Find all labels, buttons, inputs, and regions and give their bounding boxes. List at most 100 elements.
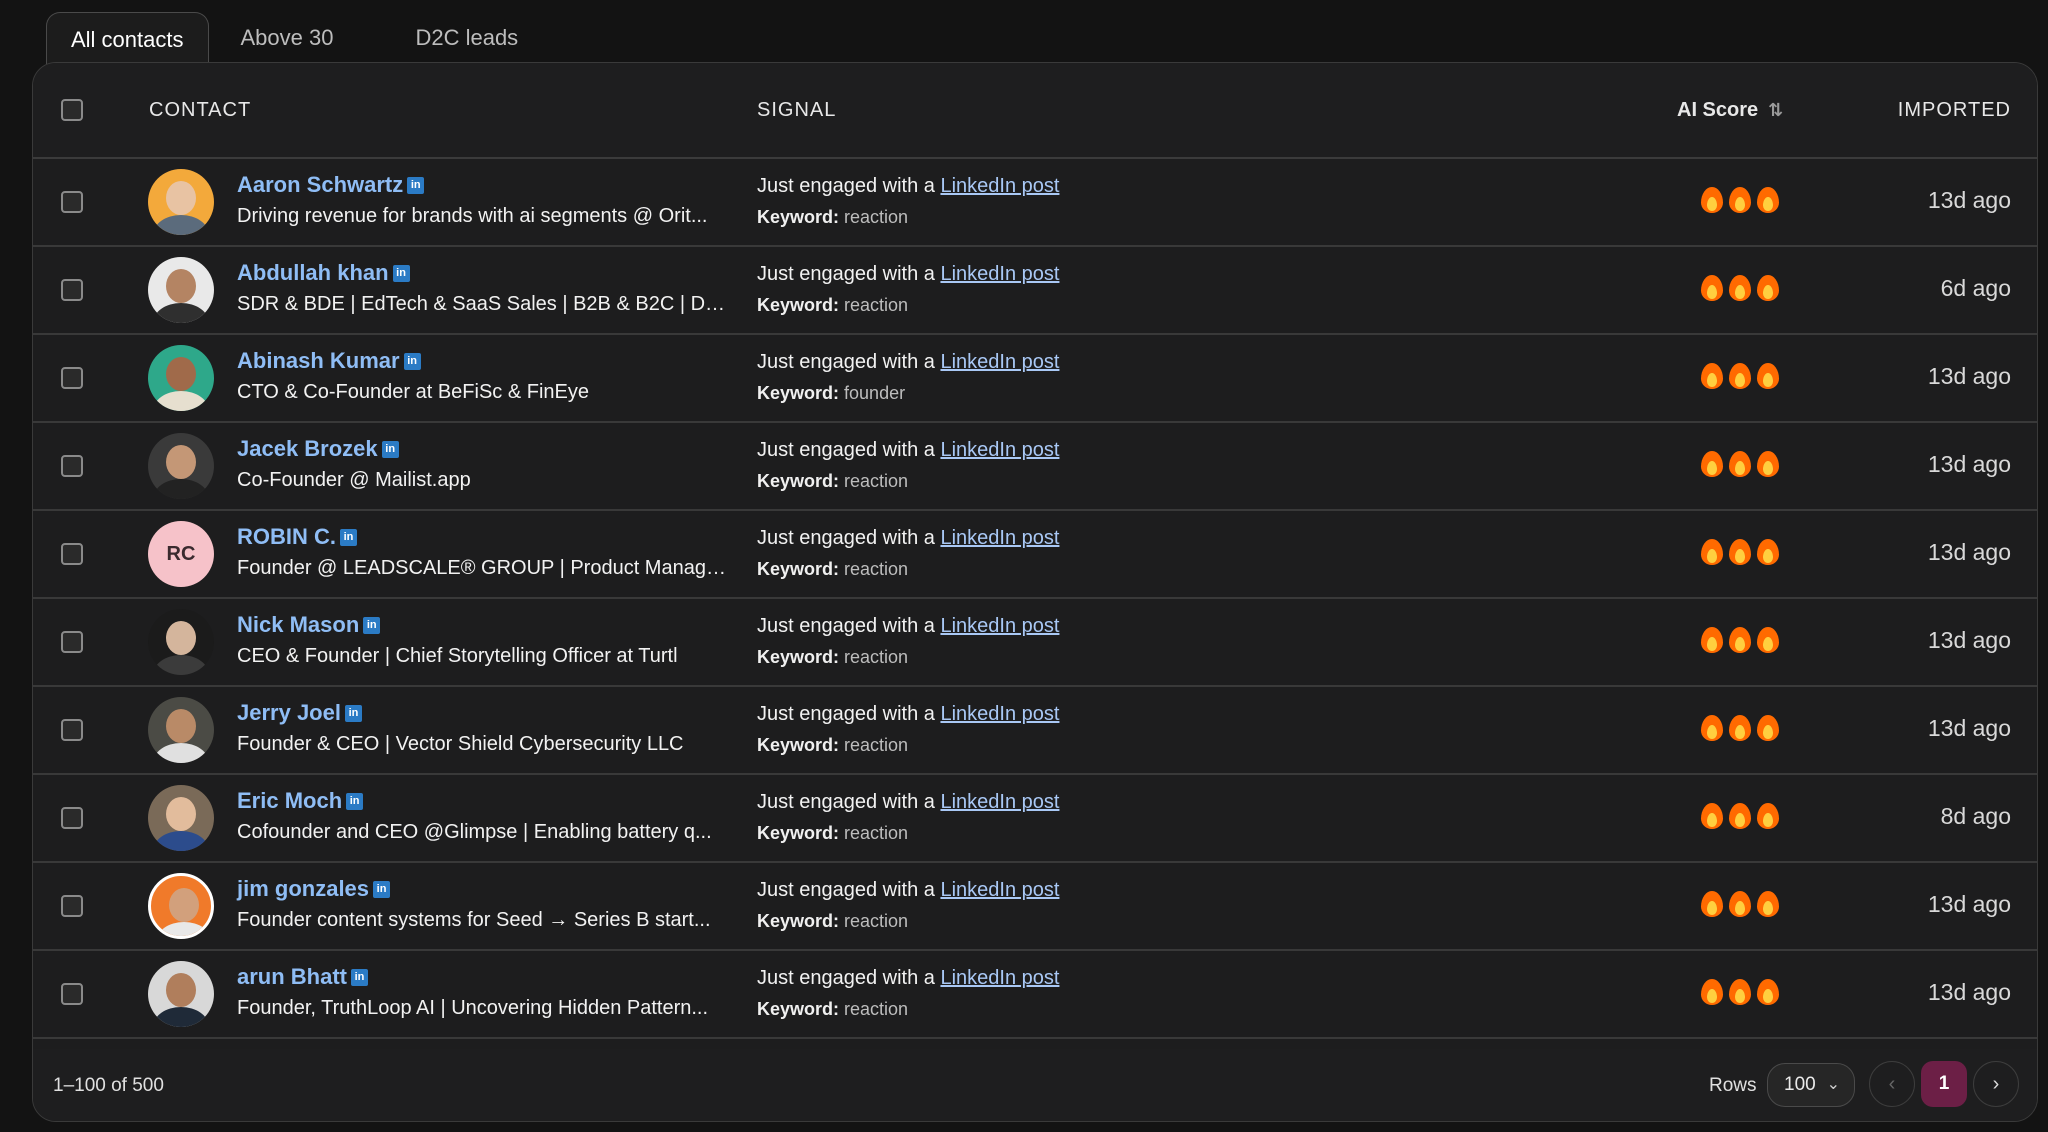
column-header-contact: CONTACT	[149, 98, 252, 121]
chevron-left-icon[interactable]: ‹	[1869, 1061, 1915, 1107]
contact-name-line: Eric Moch in	[237, 788, 364, 814]
linkedin-post-link[interactable]: LinkedIn post	[940, 791, 1059, 813]
row-checkbox[interactable]	[61, 719, 83, 741]
keyword-label: Keyword:	[757, 295, 840, 315]
keyword-value: reaction	[844, 735, 909, 755]
chevron-down-icon: ⌄	[1826, 1076, 1840, 1093]
table-row[interactable]: jim gonzales in Founder content systems …	[33, 863, 2037, 951]
contact-name-link[interactable]: Aaron Schwartz	[237, 172, 403, 198]
keyword-value: reaction	[844, 647, 909, 667]
table-body: Aaron Schwartz in Driving revenue for br…	[33, 159, 2037, 1047]
imported-time: 13d ago	[1927, 715, 2011, 741]
linkedin-icon[interactable]: in	[403, 352, 421, 370]
linkedin-post-link[interactable]: LinkedIn post	[940, 703, 1059, 725]
signal-text: Just engaged with a LinkedIn post	[757, 791, 1059, 814]
contact-headline: Driving revenue for brands with ai segme…	[237, 205, 708, 227]
keyword-label: Keyword:	[757, 911, 840, 931]
keyword-label: Keyword:	[757, 207, 840, 227]
table-row[interactable]: Abdullah khan in SDR & BDE | EdTech & Sa…	[33, 247, 2037, 335]
row-checkbox[interactable]	[61, 191, 83, 213]
row-checkbox[interactable]	[61, 455, 83, 477]
contact-name-link[interactable]: Abinash Kumar	[237, 348, 400, 374]
contact-name-link[interactable]: Jacek Brozek	[237, 436, 378, 462]
signal-prefix: Just engaged with a	[757, 175, 941, 197]
row-checkbox[interactable]	[61, 279, 83, 301]
row-checkbox[interactable]	[61, 543, 83, 565]
contact-name-line: Aaron Schwartz in	[237, 172, 425, 198]
keyword-value: founder	[844, 383, 906, 403]
signal-prefix: Just engaged with a	[757, 879, 941, 901]
contact-name-link[interactable]: Abdullah khan	[237, 260, 389, 286]
row-checkbox[interactable]	[61, 895, 83, 917]
imported-time: 13d ago	[1927, 891, 2011, 917]
row-checkbox[interactable]	[61, 983, 83, 1005]
linkedin-post-link[interactable]: LinkedIn post	[940, 615, 1059, 637]
signal-text: Just engaged with a LinkedIn post	[757, 175, 1059, 198]
contact-name-link[interactable]: Jerry Joel	[237, 700, 341, 726]
chevron-right-icon[interactable]: ›	[1973, 1061, 2019, 1107]
linkedin-icon[interactable]: in	[346, 792, 364, 810]
ai-score-flames	[1701, 801, 1779, 831]
keyword-label: Keyword:	[757, 383, 840, 403]
fire-icon	[1701, 273, 1723, 303]
rows-per-page-select[interactable]: 100 ⌄	[1767, 1063, 1855, 1107]
row-checkbox[interactable]	[61, 631, 83, 653]
table-row[interactable]: RC ROBIN C. in Founder @ LEADSCALE® GROU…	[33, 511, 2037, 599]
fire-icon	[1729, 361, 1751, 391]
table-footer: 1–100 of 500 Rows 100 ⌄ ‹ 1 ›	[33, 1049, 2037, 1121]
table-row[interactable]: Abinash Kumar in CTO & Co-Founder at BeF…	[33, 335, 2037, 423]
fire-icon	[1729, 537, 1751, 567]
keyword-label: Keyword:	[757, 471, 840, 491]
contact-name-link[interactable]: Eric Moch	[237, 788, 342, 814]
linkedin-icon[interactable]: in	[407, 176, 425, 194]
linkedin-post-link[interactable]: LinkedIn post	[940, 263, 1059, 285]
avatar	[148, 785, 214, 851]
row-checkbox[interactable]	[61, 367, 83, 389]
current-page-button[interactable]: 1	[1921, 1061, 1967, 1107]
row-checkbox[interactable]	[61, 807, 83, 829]
linkedin-icon[interactable]: in	[363, 616, 381, 634]
tab-d2c-leads[interactable]: D2C leads	[391, 12, 542, 64]
select-all-checkbox[interactable]	[61, 99, 83, 121]
signal-prefix: Just engaged with a	[757, 703, 941, 725]
linkedin-icon[interactable]: in	[340, 528, 357, 546]
sort-arrows-icon[interactable]: ⇅	[1768, 100, 1783, 121]
linkedin-post-link[interactable]: LinkedIn post	[940, 351, 1059, 373]
table-row[interactable]: Jacek Brozek in Co-Founder @ Mailist.app…	[33, 423, 2037, 511]
column-header-ai-score[interactable]: AI Score ⇅	[1677, 63, 1783, 157]
tab-all-contacts[interactable]: All contacts	[46, 12, 209, 66]
table-row[interactable]: arun Bhatt in Founder, TruthLoop AI | Un…	[33, 951, 2037, 1039]
contact-name-link[interactable]: arun Bhatt	[237, 964, 347, 990]
tab-above-30[interactable]: Above 30	[217, 12, 358, 64]
linkedin-icon[interactable]: in	[344, 704, 362, 722]
table-row[interactable]: Aaron Schwartz in Driving revenue for br…	[33, 159, 2037, 247]
signal-keyword: Keyword: reaction	[757, 911, 908, 932]
signal-keyword: Keyword: reaction	[757, 999, 908, 1020]
linkedin-post-link[interactable]: LinkedIn post	[940, 175, 1059, 197]
ai-score-flames	[1701, 625, 1779, 655]
linkedin-post-link[interactable]: LinkedIn post	[940, 967, 1059, 989]
linkedin-post-link[interactable]: LinkedIn post	[940, 527, 1059, 549]
fire-icon	[1757, 889, 1779, 919]
contact-headline: CTO & Co-Founder at BeFiSc & FinEye	[237, 381, 589, 403]
imported-time: 6d ago	[1940, 275, 2011, 301]
table-row[interactable]: Eric Moch in Cofounder and CEO @Glimpse …	[33, 775, 2037, 863]
linkedin-icon[interactable]: in	[381, 440, 399, 458]
table-row-partial[interactable]	[33, 1039, 2037, 1047]
table-row[interactable]: Jerry Joel in Founder & CEO | Vector Shi…	[33, 687, 2037, 775]
linkedin-post-link[interactable]: LinkedIn post	[940, 439, 1059, 461]
linkedin-icon[interactable]: in	[373, 880, 391, 898]
linkedin-icon[interactable]: in	[351, 968, 368, 986]
signal-keyword: Keyword: reaction	[757, 823, 908, 844]
keyword-value: reaction	[844, 911, 909, 931]
imported-time: 13d ago	[1927, 363, 2011, 389]
contact-name-link[interactable]: jim gonzales	[237, 876, 369, 902]
linkedin-post-link[interactable]: LinkedIn post	[940, 879, 1059, 901]
contact-name-link[interactable]: ROBIN C.	[237, 524, 336, 550]
table-row[interactable]: Nick Mason in CEO & Founder | Chief Stor…	[33, 599, 2037, 687]
keyword-label: Keyword:	[757, 735, 840, 755]
ai-score-flames	[1701, 537, 1779, 567]
contact-name-link[interactable]: Nick Mason	[237, 612, 359, 638]
avatar	[148, 433, 214, 499]
linkedin-icon[interactable]: in	[392, 264, 410, 282]
